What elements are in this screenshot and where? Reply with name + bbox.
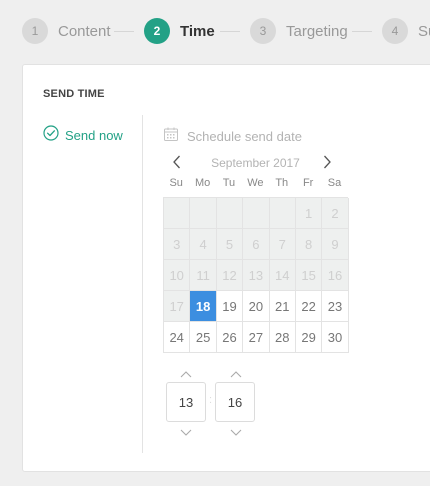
weekday-label: Mo bbox=[194, 177, 211, 189]
minute-input[interactable]: 16 bbox=[215, 382, 255, 422]
step-label: Content bbox=[58, 22, 111, 40]
calendar-day[interactable]: 19 bbox=[216, 291, 244, 322]
step-connector bbox=[220, 31, 240, 32]
calendar-day: 3 bbox=[164, 229, 191, 260]
calendar-grid: 1 2 3 4 5 6 7 8 9 10 11 12 13 14 15 16 17 18 19 20 21 22 23 24 2… bbox=[163, 197, 349, 353]
month-title: September 2017 bbox=[211, 156, 300, 170]
calendar-day: 6 bbox=[243, 229, 270, 260]
step-number: 1 bbox=[22, 18, 48, 44]
weekday-label: Fr bbox=[302, 177, 314, 189]
calendar-day bbox=[269, 198, 296, 229]
time-picker: 13 : 16 bbox=[165, 365, 255, 445]
hour-input[interactable]: 13 bbox=[166, 382, 206, 422]
wizard-stepper: 1 Content 2 Time 3 Targeting 4 Su bbox=[0, 0, 430, 64]
step-label: Su bbox=[418, 22, 430, 40]
step-number: 4 bbox=[382, 18, 408, 44]
step-connector bbox=[114, 31, 134, 32]
divider bbox=[142, 115, 143, 453]
calendar-day[interactable]: 24 bbox=[164, 322, 191, 353]
time-separator: : bbox=[209, 394, 213, 406]
calendar-day: 8 bbox=[295, 229, 323, 260]
calendar-header: September 2017 bbox=[163, 154, 348, 172]
calendar-day[interactable]: 22 bbox=[295, 291, 323, 322]
calendar-day: 15 bbox=[295, 260, 323, 291]
calendar-day[interactable]: 23 bbox=[322, 291, 349, 322]
minute-down-icon[interactable] bbox=[229, 427, 243, 437]
step-time[interactable]: 2 Time bbox=[144, 18, 215, 44]
hour-down-icon[interactable] bbox=[179, 427, 193, 437]
chevron-right-icon[interactable] bbox=[322, 154, 332, 175]
calendar-day bbox=[190, 198, 217, 229]
calendar-day[interactable]: 26 bbox=[216, 322, 244, 353]
calendar-day: 4 bbox=[190, 229, 217, 260]
calendar-day[interactable]: 28 bbox=[269, 322, 296, 353]
calendar-day: 14 bbox=[269, 260, 296, 291]
calendar-day: 12 bbox=[216, 260, 244, 291]
weekday-label: Tu bbox=[222, 177, 236, 189]
section-title: SEND TIME bbox=[43, 88, 105, 100]
step-targeting[interactable]: 3 Targeting bbox=[250, 18, 348, 44]
calendar-day[interactable]: 30 bbox=[322, 322, 349, 353]
calendar-day: 7 bbox=[269, 229, 296, 260]
schedule-send-date-option[interactable]: Schedule send date bbox=[163, 126, 302, 147]
calendar-day: 9 bbox=[322, 229, 349, 260]
step-connector bbox=[352, 31, 372, 32]
hour-up-icon[interactable] bbox=[179, 369, 193, 379]
weekday-label: Su bbox=[169, 177, 183, 189]
weekday-label: Sa bbox=[327, 177, 342, 189]
step-number: 2 bbox=[144, 18, 170, 44]
calendar-day bbox=[243, 198, 270, 229]
calendar-icon bbox=[163, 126, 179, 147]
calendar-day[interactable]: 21 bbox=[269, 291, 296, 322]
calendar-day[interactable]: 20 bbox=[243, 291, 270, 322]
calendar-day: 13 bbox=[243, 260, 270, 291]
calendar-day[interactable]: 25 bbox=[190, 322, 217, 353]
calendar-day: 11 bbox=[190, 260, 217, 291]
step-summary[interactable]: 4 Su bbox=[382, 18, 430, 44]
calendar-day bbox=[164, 198, 191, 229]
calendar-day: 2 bbox=[322, 198, 349, 229]
calendar-day bbox=[216, 198, 244, 229]
step-number: 3 bbox=[250, 18, 276, 44]
step-content[interactable]: 1 Content bbox=[22, 18, 111, 44]
schedule-label: Schedule send date bbox=[187, 129, 302, 144]
weekday-label: Th bbox=[275, 177, 289, 189]
calendar-day[interactable]: 27 bbox=[243, 322, 270, 353]
weekday-label: We bbox=[247, 177, 264, 189]
calendar-day: 5 bbox=[216, 229, 244, 260]
calendar-day: 17 bbox=[164, 291, 191, 322]
weekday-header: Su Mo Tu We Th Fr Sa bbox=[163, 177, 348, 189]
step-label: Targeting bbox=[286, 22, 348, 40]
send-now-option[interactable]: Send now bbox=[43, 125, 123, 146]
check-circle-icon bbox=[43, 125, 59, 146]
send-now-label: Send now bbox=[65, 128, 123, 143]
step-label: Time bbox=[180, 22, 215, 40]
send-time-card: SEND TIME Send now Schedule send date Se… bbox=[22, 64, 430, 472]
minute-up-icon[interactable] bbox=[229, 369, 243, 379]
calendar-day-selected[interactable]: 18 bbox=[190, 291, 217, 322]
calendar-day: 1 bbox=[295, 198, 323, 229]
calendar-day[interactable]: 29 bbox=[295, 322, 323, 353]
calendar-day: 10 bbox=[164, 260, 191, 291]
calendar-day: 16 bbox=[322, 260, 349, 291]
